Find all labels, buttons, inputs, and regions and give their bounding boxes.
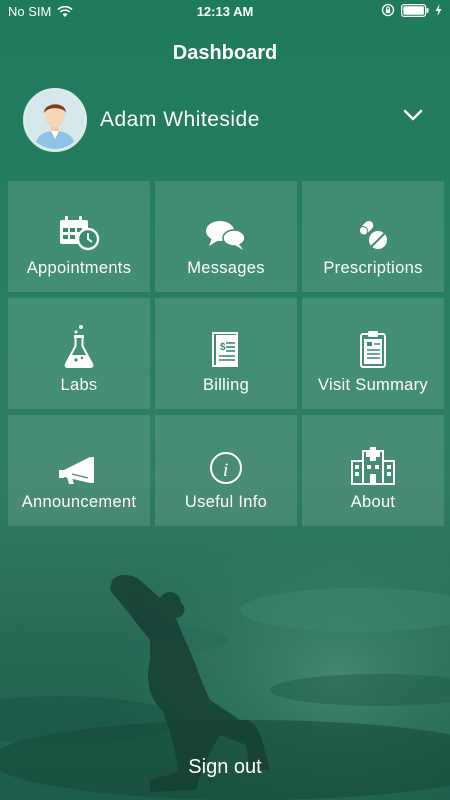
user-avatar-icon bbox=[26, 91, 84, 149]
chat-bubbles-icon bbox=[206, 221, 246, 250]
tile-label: Prescriptions bbox=[323, 259, 423, 277]
tile-about[interactable]: About bbox=[302, 415, 444, 526]
tile-label: Messages bbox=[187, 259, 265, 277]
hospital-icon bbox=[351, 447, 395, 485]
dashboard-grid: Appointments Messages Prescriptions Labs… bbox=[8, 181, 444, 526]
pills-icon bbox=[358, 220, 387, 249]
tile-label: Appointments bbox=[26, 259, 132, 277]
status-right bbox=[381, 3, 442, 17]
tile-visit-summary[interactable]: Visit Summary bbox=[302, 298, 444, 409]
tile-label: Visit Summary bbox=[318, 376, 428, 394]
avatar bbox=[23, 88, 87, 152]
battery-icon bbox=[401, 3, 429, 17]
tile-appointments[interactable]: Appointments bbox=[8, 181, 150, 292]
tile-label: Labs bbox=[60, 376, 98, 394]
tile-billing[interactable]: $ Billing bbox=[155, 298, 297, 409]
info-icon: i bbox=[210, 452, 242, 484]
svg-text:i: i bbox=[223, 460, 228, 481]
megaphone-icon bbox=[59, 457, 94, 484]
tile-useful-info[interactable]: i Useful Info bbox=[155, 415, 297, 526]
clipboard-icon bbox=[360, 331, 386, 368]
status-bar: No SIM 12:13 AM bbox=[0, 0, 450, 24]
tile-messages[interactable]: Messages bbox=[155, 181, 297, 292]
bill-icon: $ bbox=[212, 332, 238, 367]
orientation-lock-icon bbox=[381, 3, 395, 17]
calendar-clock-icon bbox=[60, 216, 100, 251]
tile-labs[interactable]: Labs bbox=[8, 298, 150, 409]
tile-announcement[interactable]: Announcement bbox=[8, 415, 150, 526]
sign-out-button[interactable]: Sign out bbox=[0, 756, 450, 779]
tile-prescriptions[interactable]: Prescriptions bbox=[302, 181, 444, 292]
tile-label: Useful Info bbox=[184, 493, 268, 511]
page-title: Dashboard bbox=[172, 42, 278, 64]
charging-icon bbox=[435, 4, 442, 16]
user-name: Adam Whiteside bbox=[100, 108, 260, 131]
chevron-down-icon[interactable] bbox=[403, 109, 423, 121]
tile-label: Billing bbox=[202, 376, 250, 394]
flask-icon bbox=[64, 325, 94, 368]
profile-selector[interactable]: Adam Whiteside bbox=[23, 87, 433, 153]
svg-text:$: $ bbox=[220, 342, 226, 353]
tile-label: Announcement bbox=[21, 493, 137, 511]
tile-label: About bbox=[350, 493, 396, 511]
